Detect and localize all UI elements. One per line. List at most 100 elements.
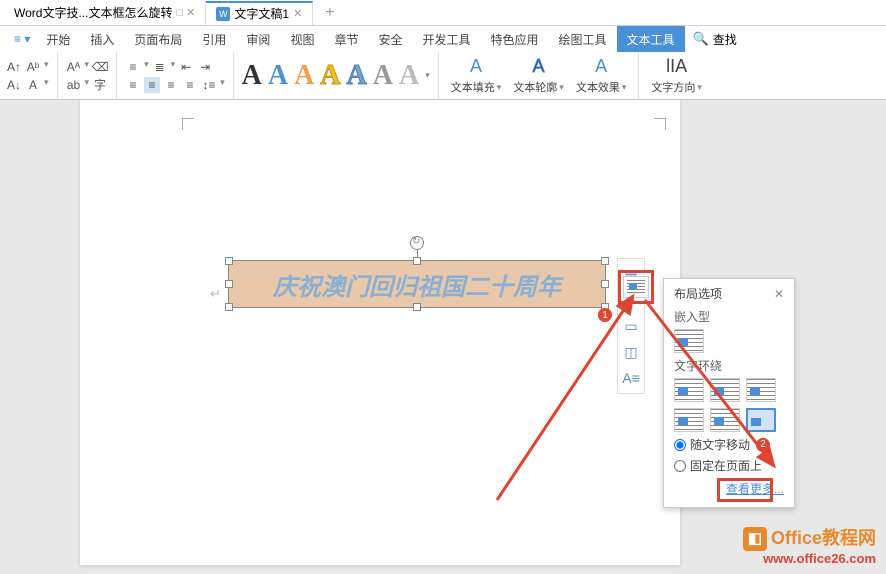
handle-nw[interactable]	[225, 257, 233, 265]
side-textbox-icon[interactable]: A≡	[620, 367, 642, 389]
tab-chapters[interactable]: 章节	[324, 26, 368, 52]
paragraph-group: ≡▾ ≣▾ ⇤ ⇥ ≡ ≡ ≡ ≡ ↕≡▾	[125, 52, 234, 99]
wrap-topbottom[interactable]	[674, 408, 704, 432]
bullets-icon[interactable]: ≡	[125, 59, 141, 75]
clear-format-icon[interactable]: ⌫	[92, 59, 108, 75]
close-icon[interactable]: ✕	[774, 287, 784, 301]
text-direction-button[interactable]: lIA文字方向▾	[647, 56, 706, 95]
wordart-styles-group: A A A A A A A ▾	[242, 52, 439, 99]
wrap-through[interactable]	[746, 378, 776, 402]
tab-document-2[interactable]: W 文字文稿1 ✕	[206, 1, 313, 25]
text-fill-button[interactable]: A文本填充▾	[447, 56, 506, 95]
wordart-style-6[interactable]: A	[373, 60, 393, 92]
tab-text-tools[interactable]: 文本工具	[617, 26, 685, 52]
wordart-style-5[interactable]: A	[347, 60, 367, 92]
handle-sw[interactable]	[225, 303, 233, 311]
annotation-badge-1: 1	[598, 308, 612, 322]
wordart-style-7[interactable]: A	[399, 60, 419, 92]
handle-n[interactable]	[413, 257, 421, 265]
tab-start[interactable]: 开始	[36, 26, 80, 52]
radio-move-input[interactable]	[674, 439, 686, 451]
tab-insert[interactable]: 插入	[80, 26, 124, 52]
align-right-icon[interactable]: ≡	[163, 77, 179, 93]
tab-page-layout[interactable]: 页面布局	[124, 26, 192, 52]
wrap-label: 文字环绕	[674, 357, 784, 374]
handle-ne[interactable]	[601, 257, 609, 265]
wrap-inline[interactable]	[674, 329, 704, 353]
wrap-tight[interactable]	[710, 378, 740, 402]
text-outline-button[interactable]: A文本轮廓▾	[509, 56, 568, 95]
tab-document-1[interactable]: Word文字技...文本框怎么旋转 □ ✕	[4, 1, 206, 25]
layout-options-button[interactable]	[623, 276, 649, 298]
align-left-icon[interactable]: ≡	[125, 77, 141, 93]
handle-w[interactable]	[225, 280, 233, 288]
document-canvas[interactable]: ↵ 庆祝澳门回归祖国二十周年 1 ▦ ✎ ▭ ◫ A≡	[80, 100, 680, 565]
tab-developer[interactable]: 开发工具	[412, 26, 480, 52]
doc-icon: W	[216, 7, 230, 21]
tab-features[interactable]: 特色应用	[481, 26, 549, 52]
radio-fixed-input[interactable]	[674, 460, 686, 472]
tab-security[interactable]: 安全	[368, 26, 412, 52]
font-effect-icon[interactable]: Aᴬ	[66, 59, 82, 75]
font-size-group: A↑Aᵇ▾ A↓A▾	[6, 52, 58, 99]
handle-s[interactable]	[413, 303, 421, 311]
see-more-link[interactable]: 查看更多...	[726, 482, 784, 496]
line-spacing-icon[interactable]: ↕≡	[201, 77, 217, 93]
tab-actions: □ ✕	[176, 6, 195, 19]
annotation-badge-2: 2	[756, 438, 770, 452]
tab-label: 文字文稿1	[234, 5, 289, 22]
search-icon: 🔍	[693, 31, 709, 47]
tab-bar: Word文字技...文本框怎么旋转 □ ✕ W 文字文稿1 ✕ +	[0, 0, 886, 26]
indent-right-icon[interactable]: ⇥	[197, 59, 213, 75]
highlight-icon[interactable]: ab	[66, 77, 82, 93]
textbox-selection[interactable]: 庆祝澳门回归祖国二十周年 1	[228, 260, 606, 308]
side-gallery-icon[interactable]: ▭	[620, 315, 642, 337]
tab-label: Word文字技...文本框怎么旋转	[14, 4, 172, 21]
indent-left-icon[interactable]: ⇤	[178, 59, 194, 75]
layout-panel-title: 布局选项	[674, 285, 722, 302]
new-tab-button[interactable]: +	[313, 4, 346, 22]
watermark-icon: ◧	[743, 527, 767, 551]
textbox-text[interactable]: 庆祝澳门回归祖国二十周年	[273, 267, 561, 302]
wordart-more-icon[interactable]: ▾	[425, 70, 430, 81]
numbering-icon[interactable]: ≣	[152, 59, 168, 75]
wordart-style-3[interactable]: A	[294, 60, 314, 92]
font-style-icon[interactable]: Aᵇ	[25, 59, 41, 75]
justify-icon[interactable]: ≡	[182, 77, 198, 93]
wordart-style-1[interactable]: A	[242, 60, 262, 92]
radio-fixed-position[interactable]: 固定在页面上	[674, 457, 784, 474]
wordart-style-4[interactable]: A	[320, 60, 340, 92]
increase-font-icon[interactable]: A↑	[6, 59, 22, 75]
watermark: ◧Office教程网 www.office26.com	[743, 524, 876, 566]
tab-view[interactable]: 视图	[280, 26, 324, 52]
wrap-behind[interactable]	[710, 408, 740, 432]
tab-close-icon[interactable]: ✕	[293, 7, 302, 20]
decrease-font-icon[interactable]: A↓	[6, 77, 22, 93]
font-effects-group: Aᴬ▾⌫ ab▾字	[66, 52, 118, 99]
paragraph-mark-icon: ↵	[210, 286, 221, 302]
inline-label: 嵌入型	[674, 308, 784, 325]
tab-drawing-tools[interactable]: 绘图工具	[549, 26, 617, 52]
wrap-square[interactable]	[674, 378, 704, 402]
textbox[interactable]: 庆祝澳门回归祖国二十周年	[228, 260, 606, 308]
tab-review[interactable]: 审阅	[236, 26, 280, 52]
search-label: 查找	[713, 31, 737, 48]
side-crop-icon[interactable]: ◫	[620, 341, 642, 363]
text-direction-group: lIA文字方向▾	[647, 52, 714, 99]
margin-corner-tl	[182, 118, 194, 130]
rotate-handle[interactable]	[410, 236, 424, 250]
layout-options-panel: 布局选项 ✕ 嵌入型 文字环绕 随文字移动 2 固定在页面上 查看更多...	[663, 278, 795, 508]
wrap-front[interactable]	[746, 408, 776, 432]
wordart-style-2[interactable]: A	[268, 60, 288, 92]
text-format-group: A文本填充▾ A文本轮廓▾ A文本效果▾	[447, 52, 640, 99]
ribbon-tabs: ≡ ▾ 开始 插入 页面布局 引用 审阅 视图 章节 安全 开发工具 特色应用 …	[0, 26, 886, 52]
handle-e[interactable]	[601, 280, 609, 288]
font-color-icon[interactable]: A	[25, 77, 41, 93]
tab-references[interactable]: 引用	[192, 26, 236, 52]
radio-move-with-text[interactable]: 随文字移动 2	[674, 436, 784, 453]
search-area[interactable]: 🔍 查找	[693, 31, 737, 48]
align-center-icon[interactable]: ≡	[144, 77, 160, 93]
char-format-icon[interactable]: 字	[92, 77, 108, 93]
menu-icon[interactable]: ≡ ▾	[8, 32, 36, 46]
text-effect-button[interactable]: A文本效果▾	[572, 56, 631, 95]
